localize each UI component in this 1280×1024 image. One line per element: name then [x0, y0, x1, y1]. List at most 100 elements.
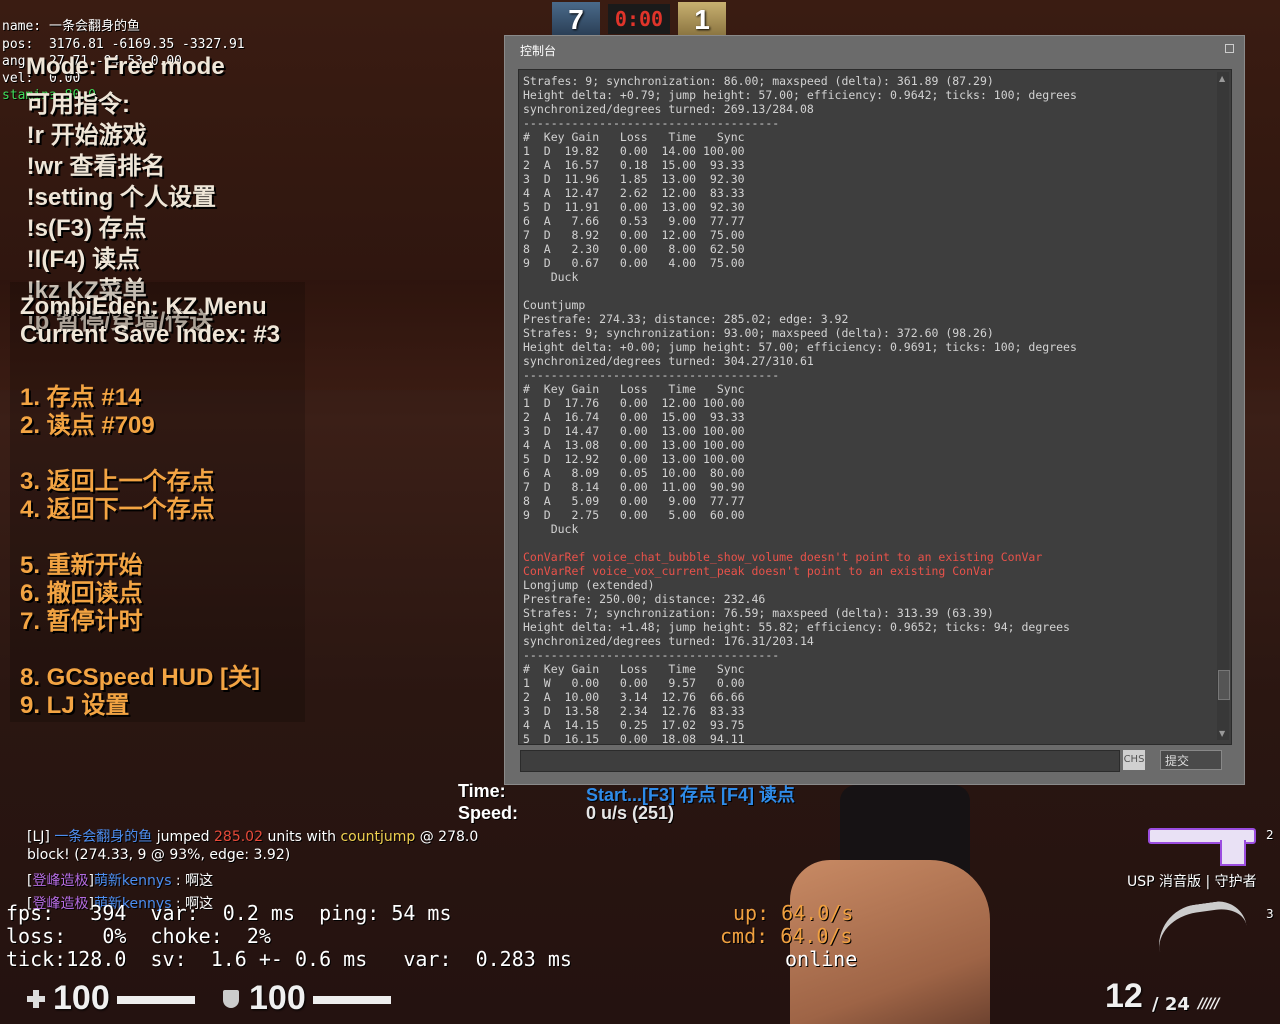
- round-timer: 0:00: [608, 4, 670, 34]
- help-line: !l(F4) 读点: [20, 246, 140, 273]
- chat-line-lj: [LJ] 一条会翻身的鱼 jumped 285.02 units with co…: [27, 826, 478, 846]
- console-error-line: ConVarRef voice_vox_current_peak doesn't…: [523, 564, 994, 578]
- console-line: # Key Gain Loss Time Sync: [523, 382, 745, 396]
- console-line: 4 A 14.15 0.25 17.02 93.75: [523, 718, 745, 732]
- chat-tag: 登峰造极: [32, 873, 89, 889]
- console-line: synchronized/degrees turned: 269.13/284.…: [523, 102, 814, 116]
- netgraph-line2: loss: 0% choke: 2%: [6, 924, 271, 948]
- console-line: 1 D 19.82 0.00 14.00 100.00: [523, 144, 745, 158]
- time-label: Time:: [458, 781, 506, 801]
- ct-score: 7: [552, 2, 600, 36]
- console-line: 8 A 2.30 0.00 8.00 62.50: [523, 242, 745, 256]
- lj-text: jumped: [152, 829, 214, 845]
- lj-player: 一条会翻身的鱼: [54, 829, 153, 845]
- help-line: !r 开始游戏: [20, 122, 147, 149]
- chat-player: 萌新kennys: [93, 873, 172, 889]
- console-line: 1 W 0.00 0.00 9.57 0.00: [523, 676, 745, 690]
- scroll-up-icon[interactable]: ▲: [1219, 74, 1225, 83]
- pistol-icon: [1148, 826, 1256, 866]
- speed-value: 0 u/s (251): [586, 803, 675, 823]
- console-scrollbar[interactable]: ▲ ▼: [1217, 72, 1230, 740]
- kz-menu-title: ZombiEden: KZ Menu: [20, 293, 267, 320]
- debug-name: name: 一条会翻身的鱼: [2, 19, 140, 34]
- debug-pos: pos: 3176.81 -6169.35 -3327.91: [2, 37, 245, 52]
- weapon-name: USP 消音版 | 守护者: [1127, 874, 1257, 890]
- console-line: 6 A 8.09 0.05 10.00 80.00: [523, 466, 745, 480]
- chat-line-msg: [登峰造极]萌新kennys : 啊这: [27, 873, 214, 889]
- console-line: 5 D 11.91 0.00 13.00 92.30: [523, 200, 745, 214]
- console-line: Strafes: 9; synchronization: 86.00; maxs…: [523, 74, 994, 88]
- kz-menu-item-load[interactable]: 2. 读点 #709: [20, 405, 155, 440]
- console-line: 8 A 5.09 0.00 9.00 77.77: [523, 494, 745, 508]
- help-line: 可用指令:: [26, 91, 130, 118]
- mode-text: Mode: Free mode: [26, 53, 225, 80]
- console-line: Prestrafe: 274.33; distance: 285.02; edg…: [523, 312, 849, 326]
- console-line: Height delta: +0.79; jump height: 57.00;…: [523, 88, 1077, 102]
- console-line: 3 D 11.96 1.85 13.00 92.30: [523, 172, 745, 186]
- console-line: 6 A 7.66 0.53 9.00 77.77: [523, 214, 745, 228]
- console-line: Strafes: 7; synchronization: 76.59; maxs…: [523, 606, 994, 620]
- weapon-slot-2: 2: [1266, 828, 1274, 842]
- armor-value: 100: [249, 979, 306, 1017]
- armor-bar: [313, 996, 391, 1004]
- console-command-input[interactable]: [520, 750, 1120, 772]
- console-line: 3 D 13.58 2.34 12.76 83.33: [523, 704, 745, 718]
- maximize-icon[interactable]: [1225, 44, 1234, 53]
- console-line: Height delta: +0.00; jump height: 57.00;…: [523, 340, 1077, 354]
- ime-indicator[interactable]: CHS: [1123, 750, 1145, 770]
- lj-prestrafe: @ 278.0: [415, 829, 479, 845]
- console-log[interactable]: Strafes: 9; synchronization: 86.00; maxs…: [518, 69, 1232, 745]
- console-error-line: ConVarRef voice_chat_bubble_show_volume …: [523, 550, 1043, 564]
- console-line: Longjump (extended): [523, 578, 655, 592]
- console-line: 7 D 8.14 0.00 11.00 90.90: [523, 480, 745, 494]
- ammo-clip: 12: [1105, 977, 1143, 1015]
- submit-button[interactable]: 提交: [1160, 750, 1222, 770]
- lj-distance: 285.02: [214, 829, 263, 845]
- console-line: 4 A 12.47 2.62 12.00 83.33: [523, 186, 745, 200]
- kz-menu-item-lj[interactable]: 9. LJ 设置: [20, 685, 129, 720]
- console-log-text: Strafes: 9; synchronization: 86.00; maxs…: [523, 74, 1213, 745]
- netgraph-cmd: cmd: 64.0/s: [720, 924, 853, 948]
- netgraph-line3: tick:128.0 sv: 1.6 +- 0.6 ms var: 0.283 …: [6, 947, 572, 971]
- health-value: 100: [53, 979, 110, 1017]
- kz-menu-item-pause[interactable]: 7. 暂停计时: [20, 601, 143, 636]
- kz-menu-subtitle: Current Save Index: #3: [20, 321, 281, 348]
- chat-text: : 啊这: [171, 873, 214, 889]
- netgraph-online: online: [785, 947, 858, 971]
- console-line: 1 D 17.76 0.00 12.00 100.00: [523, 396, 745, 410]
- console-line: Duck: [523, 270, 579, 284]
- scoreboard: 7 0:00 1: [552, 2, 728, 36]
- bullets-icon: /////: [1198, 996, 1220, 1012]
- scroll-down-icon[interactable]: ▼: [1219, 729, 1225, 738]
- lj-prefix: [LJ]: [27, 829, 55, 845]
- console-line: 9 D 0.67 0.00 4.00 75.00: [523, 256, 745, 270]
- netgraph-line1: fps: 394 var: 0.2 ms ping: 54 ms: [6, 901, 452, 925]
- chat-line-block: block! (274.33, 9 @ 93%, edge: 3.92): [27, 847, 291, 863]
- console-line: 2 A 16.57 0.18 15.00 93.33: [523, 158, 745, 172]
- console-title: 控制台: [520, 44, 557, 58]
- console-line: synchronized/degrees turned: 176.31/203.…: [523, 634, 814, 648]
- console-line: Strafes: 9; synchronization: 93.00; maxs…: [523, 326, 994, 340]
- console-line: 5 D 16.15 0.00 18.08 94.11: [523, 732, 745, 745]
- console-line: 2 A 10.00 3.14 12.76 66.66: [523, 690, 745, 704]
- console-line: -------------------------------------: [523, 648, 780, 662]
- weapon-slot-3: 3: [1266, 907, 1274, 921]
- console-line: Height delta: +1.48; jump height: 55.82;…: [523, 620, 1070, 634]
- console-line: 4 A 13.08 0.00 13.00 100.00: [523, 438, 745, 452]
- health-bar: [117, 996, 195, 1004]
- console-line: Prestrafe: 250.00; distance: 232.46: [523, 592, 766, 606]
- ammo-reserve: / 24: [1152, 994, 1190, 1015]
- armor-icon: [223, 990, 239, 1008]
- console-line: -------------------------------------: [523, 368, 780, 382]
- scrollbar-thumb[interactable]: [1218, 670, 1230, 700]
- kz-menu-item-next[interactable]: 4. 返回下一个存点: [20, 489, 215, 524]
- console-line: Countjump: [523, 298, 586, 312]
- netgraph-up: up: 64.0/s: [733, 901, 854, 925]
- speed-label: Speed:: [458, 803, 519, 823]
- lj-type: countjump: [340, 829, 416, 845]
- health-icon: [27, 990, 45, 1008]
- console-line: 9 D 2.75 0.00 5.00 60.00: [523, 508, 745, 522]
- console-window[interactable]: 控制台 Strafes: 9; synchronization: 86.00; …: [504, 35, 1245, 785]
